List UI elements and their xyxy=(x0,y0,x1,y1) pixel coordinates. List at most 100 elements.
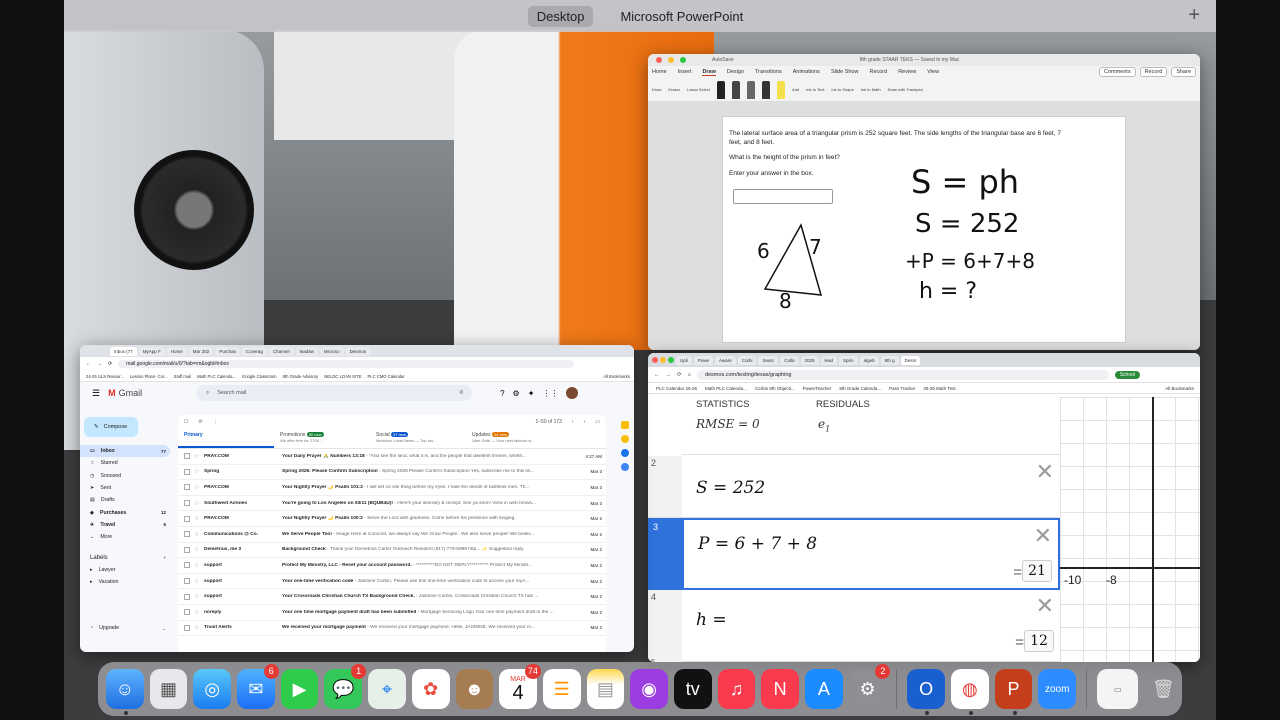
tab-design[interactable]: Design xyxy=(727,69,744,75)
browser-tab-active[interactable]: Inbox (77 xyxy=(110,346,137,356)
reminders-icon[interactable]: ☰ xyxy=(542,669,581,709)
delete-expression-icon[interactable]: ✕ xyxy=(1036,461,1054,483)
star-icon[interactable]: ☆ xyxy=(194,578,204,585)
ink-to-shape-button[interactable]: Ink to Shape xyxy=(831,87,853,92)
sidebar-item-label-vacation[interactable]: ▸ Vacation xyxy=(80,576,170,588)
sidebar-item-inbox[interactable]: ▭ Inbox 77 xyxy=(80,445,170,458)
star-icon[interactable]: ☆ xyxy=(194,453,204,460)
add-space-icon[interactable]: + xyxy=(1188,4,1200,27)
help-icon[interactable]: ? xyxy=(500,389,504,398)
draw-trackpad-button[interactable]: Draw with Trackpad xyxy=(888,87,923,92)
browser-tab[interactable]: Mar 202 xyxy=(188,346,214,356)
row-checkbox[interactable] xyxy=(184,468,190,475)
bookmark-item[interactable]: 24-25 ULS Resour... xyxy=(86,374,124,379)
bookmark-item[interactable]: All Bookmarks xyxy=(1165,386,1200,391)
bookmark-item[interactable]: Math PLC Calenda... xyxy=(197,374,236,379)
sidebar-item-sent[interactable]: ➤ Sent xyxy=(80,482,170,494)
reload-icon[interactable]: ⟳ xyxy=(108,361,112,367)
expression-row[interactable]: 2 S = 252 ✕ xyxy=(648,456,1060,518)
news-icon[interactable]: N xyxy=(761,669,799,709)
minimize-icon[interactable] xyxy=(668,57,674,63)
contacts-app-icon[interactable]: ☻ xyxy=(455,669,494,709)
sidebar-item-more[interactable]: ⌄ More xyxy=(80,531,170,543)
profile-button[interactable]: School xyxy=(1114,370,1140,379)
sidebar-item-purchases[interactable]: ◈ Purchases 12 xyxy=(80,506,170,518)
sidebar-item-starred[interactable]: ☆ Starred xyxy=(80,457,170,469)
pen-gray-icon[interactable] xyxy=(747,80,756,99)
minimize-icon[interactable] xyxy=(660,357,666,363)
browser-tab[interactable]: Channel xyxy=(268,346,294,356)
tasks-icon[interactable] xyxy=(621,449,629,457)
draw-tool[interactable]: Draw xyxy=(652,87,661,92)
delete-expression-icon[interactable]: ✕ xyxy=(1034,525,1052,547)
browser-tab[interactable]: Powe xyxy=(693,355,714,365)
browser-tab[interactable]: Home xyxy=(166,346,187,356)
bookmark-item[interactable]: 8th Grade Calenda... xyxy=(839,386,881,391)
apple-tv-icon[interactable]: tv xyxy=(673,669,712,709)
star-icon[interactable]: ☆ xyxy=(194,468,204,475)
highlighter-icon[interactable] xyxy=(777,80,786,99)
tab-draw[interactable]: Draw xyxy=(702,69,716,76)
space-powerpoint[interactable]: Microsoft PowerPoint xyxy=(611,6,752,27)
table-row[interactable]: ☆ Truist Alerts We received your mortgage … xyxy=(178,621,606,637)
messages-icon[interactable]: 💬 1 xyxy=(324,664,367,709)
tab-primary[interactable]: Primary xyxy=(178,429,274,448)
browser-tab[interactable]: Desmos xyxy=(345,346,371,356)
eraser-tool[interactable]: Eraser xyxy=(668,87,680,92)
table-row[interactable]: ☆ PRAY.COM Your Daily Prayer 🙏 Numbers 13:… xyxy=(178,449,606,465)
chrome-icon[interactable]: ◍ xyxy=(951,669,989,715)
star-icon[interactable]: ☆ xyxy=(194,515,204,522)
star-icon[interactable]: ☆ xyxy=(194,593,204,600)
row-checkbox[interactable] xyxy=(184,593,190,600)
select-all-checkbox[interactable]: ☐ xyxy=(184,419,188,425)
calendar-app-icon[interactable]: MAR 4 74 xyxy=(499,664,541,709)
safari-icon[interactable]: ◎ xyxy=(193,669,232,709)
table-row[interactable]: ☆ Communications @ Co. We Serve People Too… xyxy=(178,527,606,543)
sidebar-item-drafts[interactable]: ▤ Drafts xyxy=(80,494,170,506)
add-pen-button[interactable]: Add xyxy=(792,87,799,92)
browser-tab[interactable]: Aware xyxy=(715,355,736,365)
browser-tab[interactable]: Coverag xyxy=(241,346,267,356)
graph-paper[interactable]: -10 -8 xyxy=(1060,397,1200,662)
tab-transitions[interactable]: Transitions xyxy=(755,69,782,75)
tab-home[interactable]: Home xyxy=(652,69,667,75)
more-actions-icon[interactable]: ⋮ xyxy=(213,419,218,425)
browser-tab[interactable]: lead4w xyxy=(295,346,318,356)
bookmark-item[interactable]: PLC CMO Calendar xyxy=(367,374,404,379)
trash-icon[interactable]: 🗑 xyxy=(1144,669,1182,709)
expression-row-active[interactable]: 3 P = 6 + 7 + 8 ✕ = 21 xyxy=(648,518,1060,590)
browser-tab[interactable]: 8th g xyxy=(880,355,899,365)
lasso-tool[interactable]: Lasso Select xyxy=(687,87,710,92)
tab-updates[interactable]: Updates 14 new Uber Safe — Your next take… xyxy=(466,429,562,448)
gmail-logo[interactable]: M Gmail xyxy=(108,388,142,398)
keep-icon[interactable] xyxy=(621,435,629,443)
comments-button[interactable]: Comments xyxy=(1098,67,1136,77)
slide[interactable]: The lateral surface area of a triangular… xyxy=(722,116,1126,343)
browser-tab[interactable]: Colla xyxy=(780,355,799,365)
bookmark-item[interactable]: Staff mail xyxy=(174,374,191,379)
table-row[interactable]: ☆ support Protect My Ministry, LLC - Reset… xyxy=(178,558,606,574)
table-row[interactable]: ☆ support Your one-time verification code … xyxy=(178,574,606,590)
tab-review[interactable]: Review xyxy=(898,69,916,75)
pen-black-icon[interactable] xyxy=(717,80,726,99)
sidebar-item-snoozed[interactable]: ◷ Snoozed xyxy=(80,470,170,482)
powerpoint-icon[interactable]: P xyxy=(994,669,1033,715)
row-checkbox[interactable] xyxy=(184,484,190,491)
sidebar-item-travel[interactable]: ✈ Travel 6 xyxy=(80,519,170,531)
bookmark-item[interactable]: Google Classroom xyxy=(242,374,277,379)
close-icon[interactable] xyxy=(652,357,658,363)
back-icon[interactable]: ← xyxy=(86,361,91,367)
star-icon[interactable]: ☆ xyxy=(194,484,204,491)
table-row[interactable]: ☆ Spring Spring 2026: Please Confirm Subsc… xyxy=(178,465,606,481)
add-label-icon[interactable]: + xyxy=(163,555,170,560)
tab-social[interactable]: Social 37 new Nextdoor Local News — Top s… xyxy=(370,429,466,448)
browser-tab[interactable]: lead xyxy=(820,355,838,365)
star-icon[interactable]: ☆ xyxy=(194,609,204,616)
zoom-icon[interactable] xyxy=(680,57,686,63)
ink-to-math-button[interactable]: Ink to Math xyxy=(861,87,881,92)
row-checkbox[interactable] xyxy=(184,515,190,522)
url-field[interactable]: desmos.com/testing/texas/graphing xyxy=(696,369,1109,380)
gemini-icon[interactable]: ✦ xyxy=(528,389,535,398)
bookmark-item[interactable]: Lesson Plans- Cor... xyxy=(130,374,168,379)
space-desktop[interactable]: Desktop xyxy=(527,5,594,27)
